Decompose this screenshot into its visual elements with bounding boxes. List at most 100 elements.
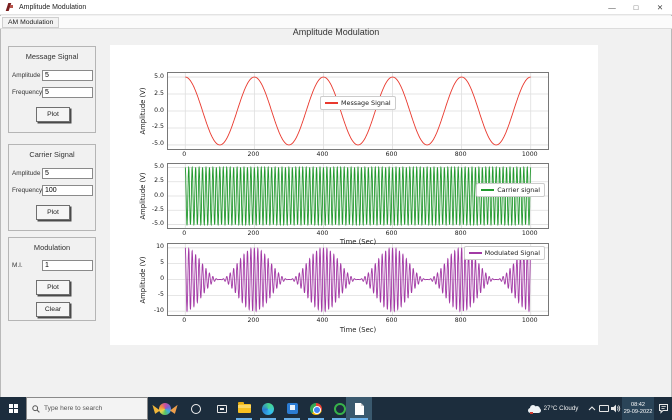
minimize-button[interactable]: — [600,0,624,15]
start-button[interactable] [0,397,26,420]
legend-line [481,189,494,191]
x-tick-label: 400 [310,230,334,237]
y-tick-label: 2.5 [139,177,164,184]
y-tick-label: -5.0 [139,140,164,147]
legend: Carrier signal [476,183,545,197]
close-button[interactable]: ✕ [648,0,672,15]
search-placeholder: Type here to search [44,405,102,412]
y-tick-label: 0.0 [139,107,164,114]
modulated-signal-plot: Modulated Signal [167,243,549,316]
cortana-icon[interactable] [184,397,208,420]
edge-icon[interactable] [256,397,280,420]
active-document-icon[interactable] [346,397,372,420]
volume-icon[interactable] [610,397,622,420]
app-icon [6,3,14,11]
chrome-icon[interactable] [304,397,328,420]
y-tick-label: -5.0 [139,220,164,227]
message-signal-plot: Message Signal [167,72,549,150]
y-tick-label: -2.5 [139,206,164,213]
legend-label: Modulated Signal [485,249,540,257]
y-tick-label: 5.0 [139,163,164,170]
clock-time: 08:42 [622,402,654,409]
message-plot-button[interactable]: Plot [36,107,70,122]
y-tick-label: 5 [139,259,164,266]
frequency-label: Frequency [12,187,42,194]
x-tick-label: 0 [172,151,196,158]
x-tick-label: 200 [241,317,265,324]
message-amplitude-input[interactable] [42,70,93,81]
message-frequency-input[interactable] [42,87,93,98]
y-tick-label: -10 [139,307,164,314]
x-tick-label: 600 [380,230,404,237]
file-explorer-icon[interactable] [232,397,256,420]
y-tick-label: 0.0 [139,192,164,199]
legend: Modulated Signal [464,246,545,260]
weather-condition: Cloudy [559,405,578,412]
frequency-label: Frequency [12,89,42,96]
touch-keyboard-icon[interactable] [598,397,610,420]
y-tick-label: 2.5 [139,90,164,97]
y-tick-label: -5 [139,291,164,298]
weather-widget[interactable]: 27°C Cloudy [520,397,586,420]
legend: Message Signal [320,96,396,110]
app-window: Amplitude Modulation — □ ✕ AM Modulation… [0,0,672,420]
x-tick-label: 600 [380,151,404,158]
action-center-icon[interactable] [655,397,672,420]
taskbar: Type here to search 27°C Cloudy 08:42 29… [0,397,672,420]
clock-date: 29-09-2022 [622,409,654,416]
task-view-icon[interactable] [210,397,234,420]
windows-icon [9,404,18,413]
group-carrier-signal: Carrier Signal Amplitude Frequency Plot [8,144,96,231]
x-axis-label: Time (Sec) [167,238,549,246]
group-message-signal: Message Signal Amplitude Frequency Plot [8,46,96,133]
x-tick-label: 400 [310,317,334,324]
blue-app-icon[interactable] [280,397,304,420]
x-tick-label: 1000 [518,151,542,158]
group-title: Modulation [9,243,95,252]
weather-temp: 27°C [544,405,558,412]
x-tick-label: 600 [380,317,404,324]
group-title: Carrier Signal [9,150,95,159]
mi-input[interactable] [42,260,93,271]
x-tick-label: 0 [172,230,196,237]
page-title: Amplitude Modulation [0,27,672,37]
menu-item-am-modulation[interactable]: AM Modulation [2,17,59,28]
mi-label: M.I. [12,262,23,269]
legend-label: Message Signal [341,99,391,107]
clock[interactable]: 08:42 29-09-2022 [622,397,654,420]
colorful-app-icon[interactable] [148,397,182,420]
plot-area [168,73,548,149]
x-tick-label: 1000 [518,230,542,237]
carrier-amplitude-input[interactable] [42,168,93,179]
tray-chevron-icon[interactable] [586,397,597,420]
carrier-signal-plot: Carrier signal [167,163,549,229]
modulation-clear-button[interactable]: Clear [36,302,70,317]
plot-canvas: Amplitude (V) Amplitude (V) Amplitude (V… [110,45,598,345]
modulation-plot-button[interactable]: Plot [36,280,70,295]
y-tick-label: 10 [139,243,164,250]
group-modulation: Modulation M.I. Plot Clear [8,237,96,321]
group-title: Message Signal [9,52,95,61]
x-axis-label: Time (Sec) [167,326,549,334]
x-tick-label: 800 [449,151,473,158]
titlebar: Amplitude Modulation — □ ✕ [0,0,672,15]
y-tick-label: 0 [139,275,164,282]
x-tick-label: 0 [172,317,196,324]
legend-line [469,252,482,254]
x-tick-label: 400 [310,151,334,158]
x-tick-label: 1000 [518,317,542,324]
legend-label: Carrier signal [497,186,540,194]
amplitude-label: Amplitude [12,170,40,177]
search-input[interactable]: Type here to search [26,397,148,420]
search-icon [32,405,40,413]
window-title: Amplitude Modulation [19,4,86,11]
carrier-frequency-input[interactable] [42,185,93,196]
amplitude-label: Amplitude [12,72,40,79]
legend-line [325,102,338,104]
carrier-plot-button[interactable]: Plot [36,205,70,220]
x-tick-label: 200 [241,151,265,158]
maximize-button[interactable]: □ [624,0,648,15]
x-tick-label: 800 [449,230,473,237]
y-tick-label: 5.0 [139,73,164,80]
cloud-icon [528,405,541,413]
